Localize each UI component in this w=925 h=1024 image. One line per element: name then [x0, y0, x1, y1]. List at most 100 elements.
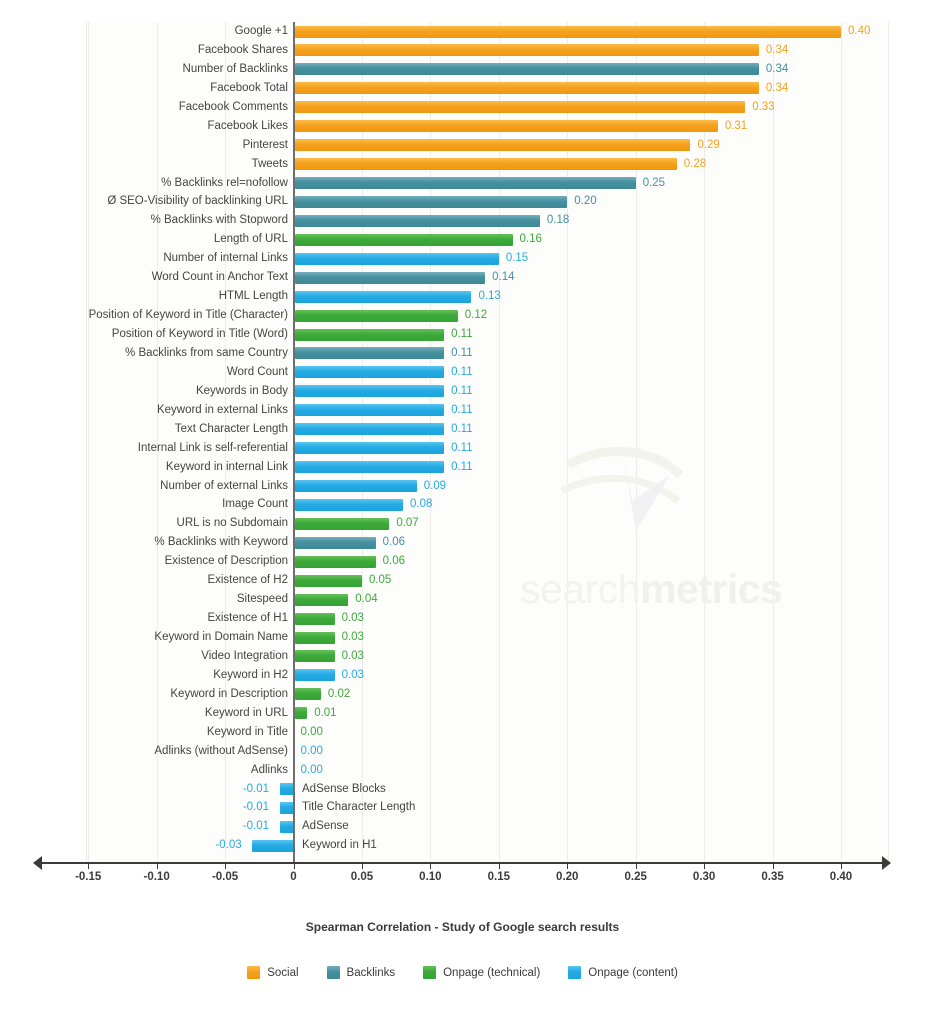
bar[interactable] [294, 139, 691, 152]
bar-row[interactable]: 0.11 Position of Keyword in Title (Word) [0, 325, 925, 344]
bar[interactable] [294, 631, 335, 644]
bar[interactable] [294, 574, 362, 587]
bar-category-label: Facebook Comments [178, 100, 288, 113]
bar[interactable] [294, 158, 677, 171]
bar-row[interactable]: 0.14 Word Count in Anchor Text [0, 268, 925, 287]
bar[interactable] [294, 688, 321, 701]
bar[interactable] [294, 44, 759, 57]
bar-row[interactable]: 0.07 URL is no Subdomain [0, 514, 925, 533]
bar-value-label: 0.01 [314, 706, 337, 719]
bar-row[interactable]: 0.04 Sitespeed [0, 590, 925, 609]
bar-row[interactable]: 0.11 Keyword in external Links [0, 401, 925, 420]
bar-row[interactable]: 0.15 Number of internal Links [0, 249, 925, 268]
bar-value-label: 0.34 [765, 43, 789, 56]
bar-row[interactable]: 0.05 Existence of H2 [0, 571, 925, 590]
bar-value-label: 0.11 [451, 346, 473, 359]
bar-row[interactable]: 0.25 % Backlinks rel=nofollow [0, 174, 925, 193]
bar-row[interactable]: 0.03 Keyword in H2 [0, 666, 925, 685]
bar-row[interactable]: 0.20 Ø SEO-Visibility of backlinking URL [0, 192, 925, 211]
bar-row[interactable]: 0.33 Facebook Comments [0, 98, 925, 117]
bar[interactable] [294, 461, 445, 474]
bar-row[interactable]: 0.00 Adlinks (without AdSense) [0, 742, 925, 761]
bar-row[interactable]: 0.11 Keywords in Body [0, 382, 925, 401]
bar[interactable] [294, 328, 445, 341]
legend-item[interactable]: Onpage (technical) [423, 966, 540, 979]
bar-row[interactable]: -0.01 AdSense Blocks [0, 780, 925, 799]
bar[interactable] [294, 195, 568, 208]
bar-row[interactable]: 0.12 Position of Keyword in Title (Charac… [0, 306, 925, 325]
bar-row[interactable]: 0.03 Video Integration [0, 647, 925, 666]
bar-row[interactable]: 0.11 Keyword in internal Link [0, 458, 925, 477]
bar[interactable] [294, 233, 513, 246]
bar-row[interactable]: 0.01 Keyword in URL [0, 704, 925, 723]
bar[interactable] [279, 820, 294, 833]
bar[interactable] [294, 385, 445, 398]
bar[interactable] [294, 271, 486, 284]
bar[interactable] [294, 517, 390, 530]
bar[interactable] [294, 498, 403, 511]
bar-row[interactable]: 0.00 Keyword in Title [0, 723, 925, 742]
bar[interactable] [294, 366, 445, 379]
chart-page: searchmetrics 0.40 Google +1 0.34 Facebook … [0, 0, 925, 1024]
bar[interactable] [294, 309, 458, 322]
bar-category-label: Keyword in URL [204, 706, 288, 719]
bar-row[interactable]: 0.11 Internal Link is self-referential [0, 439, 925, 458]
bar-row[interactable]: 0.11 % Backlinks from same Country [0, 344, 925, 363]
bar-row[interactable]: 0.18 % Backlinks with Stopword [0, 211, 925, 230]
bar[interactable] [294, 177, 636, 189]
bar-category-label: Ø SEO-Visibility of backlinking URL [107, 195, 288, 208]
bar-row[interactable]: 0.09 Number of external Links [0, 477, 925, 496]
bar-row[interactable]: 0.31 Facebook Likes [0, 117, 925, 136]
bar-row[interactable]: 0.08 Image Count [0, 495, 925, 514]
bar[interactable] [294, 442, 445, 455]
bar[interactable] [252, 839, 294, 852]
bar-chart: searchmetrics 0.40 Google +1 0.34 Facebook … [0, 0, 925, 883]
bar-row[interactable]: -0.01 Title Character Length [0, 798, 925, 817]
bar[interactable] [294, 536, 376, 549]
bar[interactable] [294, 25, 841, 38]
bar-row[interactable]: 0.40 Google +1 [0, 22, 925, 41]
bar-category-label: Keyword in H1 [302, 839, 377, 852]
bar-row[interactable]: -0.03 Keyword in H1 [0, 836, 925, 855]
bar[interactable] [294, 347, 445, 360]
bar-row[interactable]: 0.29 Pinterest [0, 136, 925, 155]
bar-category-label: HTML Length [218, 290, 288, 303]
bar[interactable] [294, 593, 349, 606]
bar-row[interactable]: 0.03 Existence of H1 [0, 609, 925, 628]
bar[interactable] [294, 252, 499, 265]
bar-row[interactable]: 0.06 % Backlinks with Keyword [0, 533, 925, 552]
legend-item[interactable]: Onpage (content) [568, 966, 678, 979]
bar[interactable] [294, 63, 759, 76]
bar[interactable] [294, 555, 376, 568]
bar-row[interactable]: 0.16 Length of URL [0, 230, 925, 249]
bar[interactable] [294, 82, 759, 95]
bar[interactable] [294, 120, 718, 133]
bar-row[interactable]: 0.28 Tweets [0, 155, 925, 174]
bar[interactable] [279, 801, 294, 814]
legend-item[interactable]: Social [247, 966, 299, 979]
bar[interactable] [294, 650, 335, 663]
bar-row[interactable]: 0.03 Keyword in Domain Name [0, 628, 925, 647]
bar-row[interactable]: 0.11 Word Count [0, 363, 925, 382]
bar[interactable] [294, 612, 335, 625]
bar-row[interactable]: 0.34 Facebook Shares [0, 41, 925, 60]
bar[interactable] [294, 669, 335, 682]
bar-row[interactable]: 0.34 Number of Backlinks [0, 60, 925, 79]
bar-row[interactable]: 0.13 HTML Length [0, 287, 925, 306]
bar[interactable] [294, 707, 308, 720]
bar-row[interactable]: 0.02 Keyword in Description [0, 685, 925, 704]
bar-row[interactable]: -0.01 AdSense [0, 817, 925, 836]
legend-item[interactable]: Backlinks [326, 966, 395, 979]
bar[interactable] [294, 404, 445, 417]
bar[interactable] [294, 290, 472, 303]
bar-row[interactable]: 0.34 Facebook Total [0, 79, 925, 98]
bar-row[interactable]: 0.06 Existence of Description [0, 552, 925, 571]
bar[interactable] [294, 423, 445, 436]
bar[interactable] [294, 101, 746, 114]
bar[interactable] [294, 214, 540, 227]
bar-row[interactable]: 0.11 Text Character Length [0, 420, 925, 439]
bar-row[interactable]: 0.00 Adlinks [0, 761, 925, 780]
bar[interactable] [279, 783, 294, 795]
bar-category-label: Adlinks [250, 763, 288, 776]
bar[interactable] [294, 480, 417, 492]
